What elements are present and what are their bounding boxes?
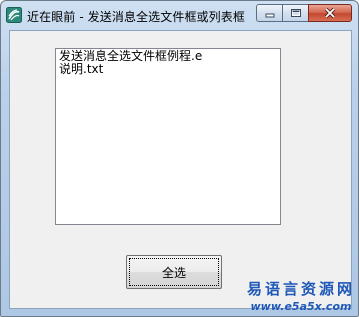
main-window: 近在眼前 - 发送消息全选文件框或列表框 发送消息全选文件框例程.e 说明.tx… xyxy=(0,0,359,317)
maximize-icon xyxy=(290,9,301,17)
caption-buttons xyxy=(256,4,352,23)
watermark-url: www.e5a5x.com xyxy=(250,300,352,313)
minimize-button[interactable] xyxy=(256,4,282,22)
select-all-button[interactable]: 全选 xyxy=(126,255,222,289)
watermark-name: 易语言资源网 xyxy=(246,280,355,298)
minimize-icon xyxy=(265,13,274,18)
maximize-button[interactable] xyxy=(282,4,308,22)
close-icon xyxy=(324,7,336,19)
app-icon xyxy=(6,7,22,23)
client-area: 发送消息全选文件框例程.e 说明.txt 全选 xyxy=(9,30,352,309)
title-bar[interactable]: 近在眼前 - 发送消息全选文件框或列表框 xyxy=(1,1,358,30)
list-item[interactable]: 说明.txt xyxy=(59,63,277,76)
file-listbox[interactable]: 发送消息全选文件框例程.e 说明.txt xyxy=(55,48,281,225)
close-button[interactable] xyxy=(308,4,352,22)
watermark: 易语言资源网 www.e5a5x.com xyxy=(247,278,355,313)
window-title: 近在眼前 - 发送消息全选文件框或列表框 xyxy=(27,10,245,24)
